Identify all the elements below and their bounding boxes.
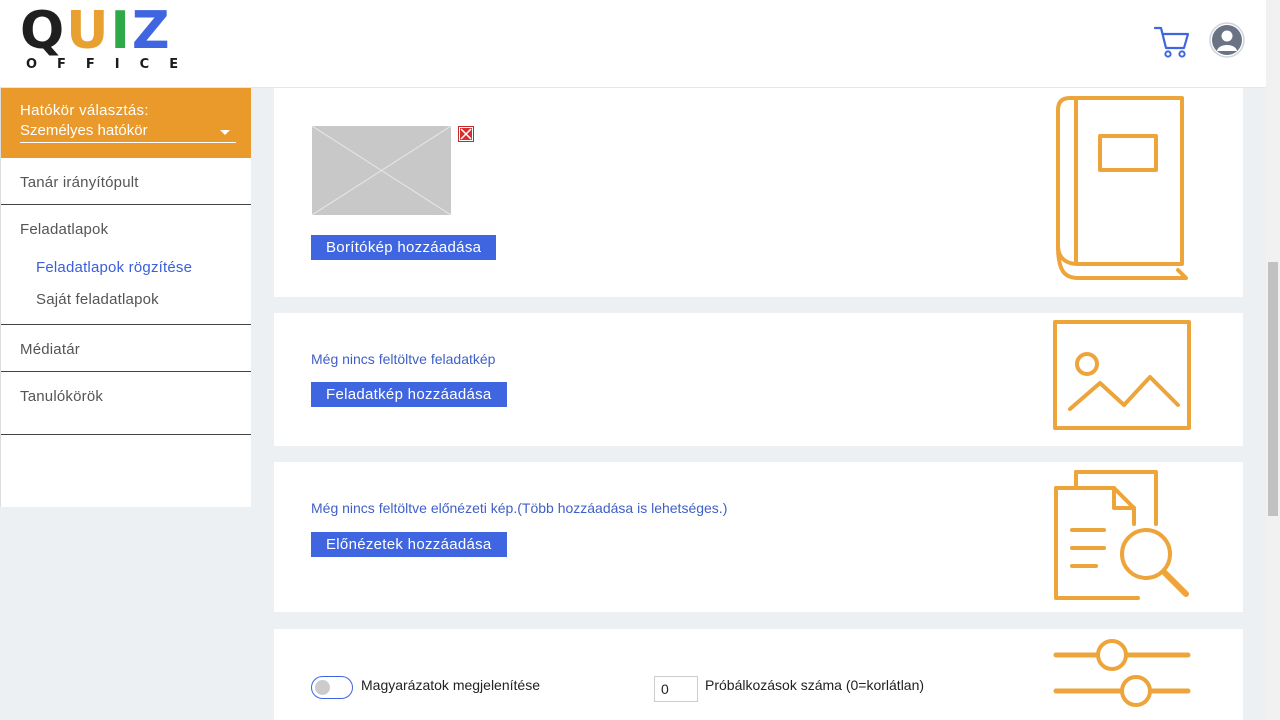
task-image-status: Még nincs feltöltve feladatkép — [311, 351, 496, 367]
scope-selector: Hatókör választás: Személyes hatókör — [1, 88, 251, 158]
attempts-input[interactable] — [654, 676, 698, 702]
sidebar-item-teacher-dashboard[interactable]: Tanár irányítópult — [1, 158, 251, 205]
page-scrollbar[interactable] — [1266, 0, 1280, 720]
logo-letter-z: Z — [131, 1, 172, 61]
logo-letter-u: U — [66, 1, 111, 61]
scope-label: Hatókör választás: — [20, 102, 149, 119]
attempts-label: Próbálkozások száma (0=korlátlan) — [705, 677, 925, 693]
settings-card: Magyarázatok megjelenítése Próbálkozások… — [274, 629, 1243, 720]
user-avatar-icon[interactable] — [1209, 22, 1245, 58]
logo-letter-q: Q — [20, 1, 67, 61]
preview-images-card: Még nincs feltöltve előnézeti kép.(Több … — [274, 462, 1243, 612]
sidebar-item-learner-groups[interactable]: Tanulókörök — [1, 372, 251, 435]
preview-status: Még nincs feltöltve előnézeti kép.(Több … — [311, 500, 728, 516]
task-image-card: Még nincs feltöltve feladatkép Feladatké… — [274, 313, 1243, 446]
sidebar-subitem-record-worksheets[interactable]: Feladatlapok rögzítése — [1, 252, 251, 284]
logo-office-text: OFFICE — [26, 57, 199, 72]
logo-letter-i: I — [110, 1, 132, 61]
scrollbar-thumb[interactable] — [1268, 262, 1278, 516]
add-cover-image-button[interactable]: Borítókép hozzáadása — [311, 235, 497, 260]
book-icon — [1056, 96, 1188, 280]
scope-dropdown-value: Személyes hatókör — [20, 122, 148, 139]
sidebar-subitem-my-worksheets[interactable]: Saját feladatlapok — [1, 284, 251, 316]
quiz-office-logo[interactable]: QUIZ OFFICE — [20, 5, 195, 81]
chevron-down-icon — [220, 130, 230, 135]
image-icon — [1053, 320, 1191, 430]
cart-icon[interactable] — [1153, 24, 1191, 60]
add-task-image-button[interactable]: Feladatkép hozzáadása — [311, 382, 507, 407]
sidebar-group-worksheets: Feladatlapok Feladatlapok rögzítése Sajá… — [1, 205, 251, 325]
cover-image-placeholder — [312, 126, 451, 215]
scope-dropdown[interactable]: Személyes hatókör — [20, 122, 236, 143]
sidebar-item-worksheets[interactable]: Feladatlapok — [1, 205, 251, 252]
remove-image-icon[interactable] — [458, 126, 474, 142]
sidebar: Hatókör választás: Személyes hatókör Tan… — [0, 88, 251, 507]
explanations-label: Magyarázatok megjelenítése — [361, 677, 540, 693]
cover-image-card: Borítókép hozzáadása — [274, 88, 1243, 297]
add-previews-button[interactable]: Előnézetek hozzáadása — [311, 532, 507, 557]
explanations-toggle[interactable] — [311, 676, 353, 699]
toggle-knob — [315, 680, 330, 695]
document-search-icon — [1054, 470, 1189, 600]
sidebar-item-media-library[interactable]: Médiatár — [1, 325, 251, 372]
sliders-settings-icon — [1053, 639, 1191, 707]
top-header: QUIZ OFFICE — [0, 0, 1266, 88]
